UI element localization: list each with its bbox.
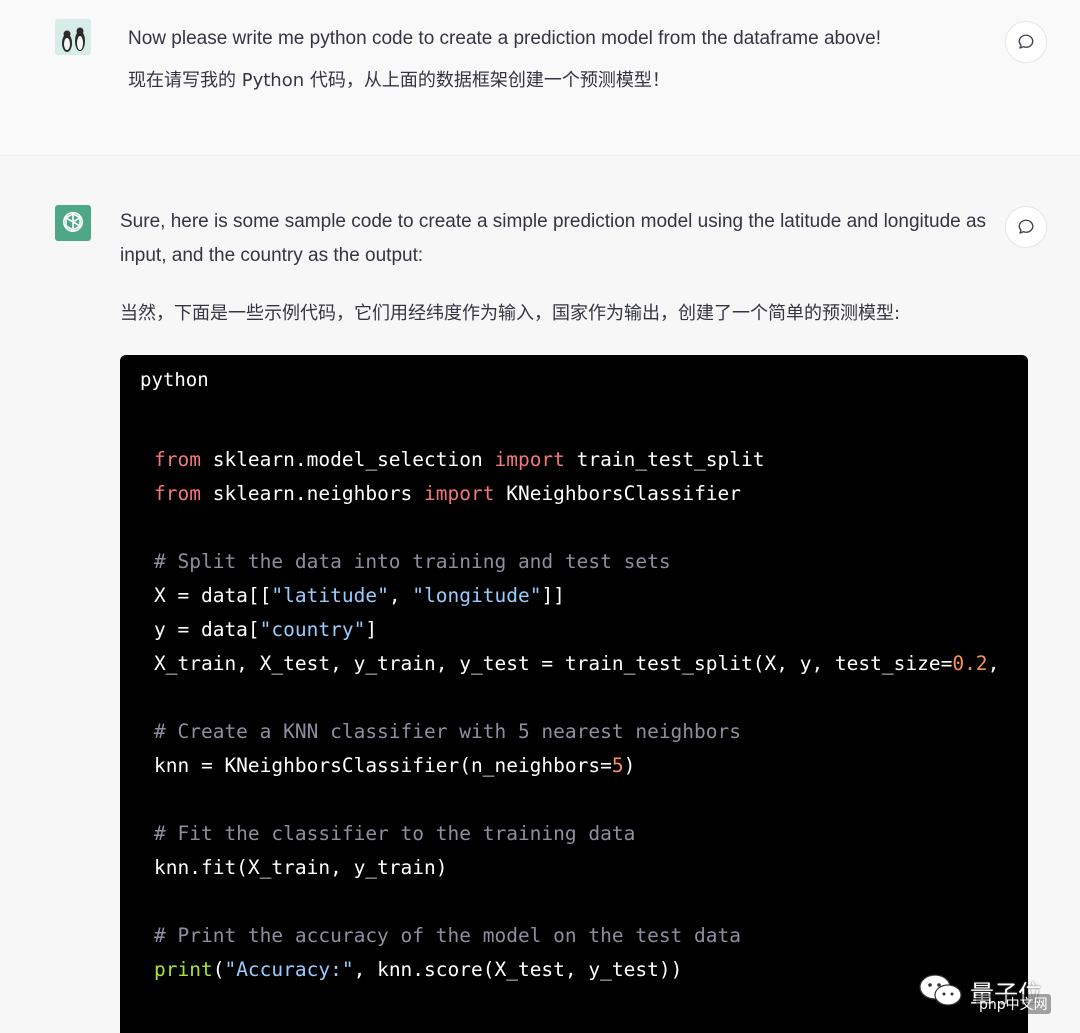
code-token: from: [154, 448, 201, 471]
assistant-avatar: [55, 205, 91, 241]
code-token: "longitude": [412, 584, 542, 607]
assistant-intro-zh: 当然，下面是一些示例代码，它们用经纬度作为输入，国家作为输出，创建了一个简单的预…: [120, 303, 901, 324]
code-token: X_train, X_test, y_train, y_test = train…: [154, 652, 953, 675]
assistant-message-block: Sure, here is some sample code to create…: [0, 157, 1080, 1033]
code-line: knn = KNeighborsClassifier(n_neighbors=5…: [154, 749, 1014, 783]
code-token: X = data[[: [154, 584, 272, 607]
code-line: # Fit the classifier to the training dat…: [154, 817, 1014, 851]
code-line: # Print the accuracy of the model on the…: [154, 919, 1014, 953]
user-message-block: Now please write me python code to creat…: [0, 0, 1080, 156]
code-token: sklearn.neighbors: [200, 482, 425, 505]
code-token: 5: [611, 754, 624, 777]
code-language-label: python: [140, 369, 209, 391]
code-token: # Fit the classifier to the training dat…: [154, 822, 636, 845]
code-line: from sklearn.model_selection import trai…: [154, 443, 1014, 477]
code-token: ]]: [541, 584, 565, 607]
code-token: import: [424, 482, 495, 505]
openai-logo-icon: [62, 211, 84, 232]
watermark-subtitle: php中文网: [976, 994, 1051, 1014]
code-line: X_train, X_test, y_train, y_test = train…: [154, 647, 1014, 681]
code-token: train_test_split: [564, 448, 765, 471]
code-line: # Create a KNN classifier with 5 nearest…: [154, 715, 1014, 749]
feedback-button[interactable]: [1005, 206, 1047, 248]
code-token: KNeighborsClassifier: [494, 482, 742, 505]
code-content[interactable]: from sklearn.model_selection import trai…: [154, 443, 1014, 987]
code-line: # Split the data into training and test …: [154, 545, 1014, 579]
code-token: print: [154, 958, 213, 981]
code-line: X = data[["latitude", "longitude"]]: [154, 579, 1014, 613]
user-avatar: [55, 19, 91, 55]
code-token: (: [212, 958, 225, 981]
code-token: knn.fit(X_train, y_train): [154, 856, 448, 879]
code-token: knn = KNeighborsClassifier(n_neighbors=: [154, 754, 612, 777]
code-token: from: [154, 482, 201, 505]
code-line: from sklearn.neighbors import KNeighbors…: [154, 477, 1014, 511]
code-token: , random_state=: [987, 652, 1014, 675]
wechat-logo-icon: [919, 974, 962, 1006]
code-token: ]: [365, 618, 378, 641]
watermark: 量子位 php中文网: [918, 966, 1068, 1016]
code-token: "latitude": [271, 584, 389, 607]
code-line: print("Accuracy:", knn.score(X_test, y_t…: [154, 953, 1014, 987]
assistant-intro-en: Sure, here is some sample code to create…: [120, 211, 987, 266]
code-token: # Create a KNN classifier with 5 nearest…: [154, 720, 741, 743]
code-token: import: [494, 448, 565, 471]
code-token: # Split the data into training and test …: [154, 550, 671, 573]
penguin-avatar-icon: [55, 19, 91, 55]
user-message-text-zh: 现在请写我的 Python 代码，从上面的数据框架创建一个预测模型！: [128, 70, 670, 91]
code-token: # Print the accuracy of the model on the…: [154, 924, 741, 947]
code-token: "Accuracy:": [224, 958, 354, 981]
user-message-text-en: Now please write me python code to creat…: [128, 28, 882, 49]
code-block[interactable]: python from sklearn.model_selection impo…: [120, 355, 1028, 1033]
code-token: ): [623, 754, 636, 777]
code-line: y = data["country"]: [154, 613, 1014, 647]
code-token: sklearn.model_selection: [200, 448, 495, 471]
code-line: knn.fit(X_train, y_train): [154, 851, 1014, 885]
comment-bubble-icon: [1018, 219, 1034, 234]
comment-bubble-icon: [1018, 34, 1034, 49]
code-token: "country": [259, 618, 366, 641]
code-token: ,: [388, 584, 413, 607]
code-token: y = data[: [154, 618, 260, 641]
code-token: , knn.score(X_test, y_test)): [353, 958, 683, 981]
feedback-button[interactable]: [1005, 21, 1047, 63]
code-token: 0.2: [952, 652, 988, 675]
